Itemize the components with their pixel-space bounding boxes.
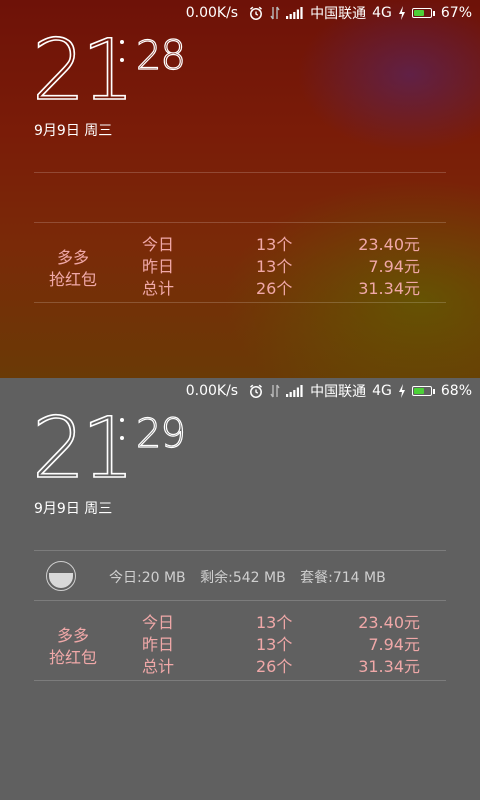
row-label: 总计 xyxy=(142,657,175,676)
clock-hour: 21 xyxy=(31,399,135,497)
clock-minute: 28 xyxy=(135,33,186,79)
data-transfer-icon xyxy=(270,5,280,21)
data-plan: 套餐:714 MB xyxy=(300,570,386,586)
divider xyxy=(34,222,446,223)
row-amount: 23.40元 xyxy=(358,613,420,632)
row-amount: 31.34元 xyxy=(358,657,420,676)
row-label: 今日 xyxy=(142,613,175,632)
data-today: 今日:20 MB xyxy=(109,570,186,586)
lockscreen-clock: 21 28 xyxy=(31,21,186,119)
stats-row-yesterday: 昨日 13个 7.94元 xyxy=(34,631,446,654)
row-amount: 7.94元 xyxy=(368,635,420,654)
date-label: 9月9日 周三 xyxy=(34,501,113,517)
row-amount: 23.40元 xyxy=(358,235,420,254)
divider xyxy=(34,600,446,601)
battery-icon xyxy=(411,386,435,396)
redpacket-widget[interactable]: 多多 抢红包 今日 13个 23.40元 昨日 13个 7.94元 总计 26个… xyxy=(34,607,446,685)
data-transfer-icon xyxy=(270,383,280,399)
net-speed: 0.00K/s xyxy=(185,383,239,399)
row-count: 26个 xyxy=(256,279,293,298)
signal-icon xyxy=(286,384,304,398)
battery-fill xyxy=(413,10,424,16)
signal-icon xyxy=(286,6,304,20)
lockscreen-panel-bottom: 0.00K/s 中国联通 4G 68% 21 29 9月9日 周三 今日:20 … xyxy=(0,378,480,800)
battery-fill xyxy=(413,388,425,394)
row-count: 13个 xyxy=(256,635,293,654)
row-label: 今日 xyxy=(142,235,175,254)
alarm-icon xyxy=(248,5,264,21)
clock-separator xyxy=(120,40,124,76)
network-type: 4G xyxy=(372,5,392,21)
divider xyxy=(34,680,446,681)
carrier-label: 中国联通 xyxy=(310,6,367,22)
stats-row-total: 总计 26个 31.34元 xyxy=(34,653,446,676)
charging-icon xyxy=(398,6,406,20)
row-count: 13个 xyxy=(256,257,293,276)
divider xyxy=(34,172,446,173)
clock-minute: 29 xyxy=(135,411,186,457)
stats-row-yesterday: 昨日 13个 7.94元 xyxy=(34,253,446,276)
row-label: 总计 xyxy=(142,279,175,298)
clock-hour: 21 xyxy=(31,21,135,119)
stats-row-today: 今日 13个 23.40元 xyxy=(34,609,446,632)
data-gauge-icon xyxy=(46,561,76,591)
row-amount: 31.34元 xyxy=(358,279,420,298)
data-usage-widget[interactable]: 今日:20 MB 剩余:542 MB 套餐:714 MB xyxy=(34,550,446,600)
lockscreen-clock: 21 29 xyxy=(31,399,186,497)
data-remaining: 剩余:542 MB xyxy=(200,570,286,586)
divider xyxy=(34,302,446,303)
battery-percent: 67% xyxy=(440,5,472,21)
row-count: 26个 xyxy=(256,657,293,676)
alarm-icon xyxy=(248,383,264,399)
battery-icon xyxy=(411,8,435,18)
charging-icon xyxy=(398,384,406,398)
stats-row-total: 总计 26个 31.34元 xyxy=(34,275,446,298)
row-count: 13个 xyxy=(256,613,293,632)
battery-percent: 68% xyxy=(440,383,472,399)
row-label: 昨日 xyxy=(142,257,175,276)
lockscreen-panel-top: 0.00K/s 中国联通 4G 67% 21 28 9月9日 周三 多多 抢红包 xyxy=(0,0,480,378)
row-count: 13个 xyxy=(256,235,293,254)
date-label: 9月9日 周三 xyxy=(34,123,113,139)
redpacket-widget[interactable]: 多多 抢红包 今日 13个 23.40元 昨日 13个 7.94元 总计 26个… xyxy=(34,229,446,307)
net-speed: 0.00K/s xyxy=(185,5,239,21)
clock-separator xyxy=(120,418,124,454)
stats-row-today: 今日 13个 23.40元 xyxy=(34,231,446,254)
row-amount: 7.94元 xyxy=(368,257,420,276)
carrier-label: 中国联通 xyxy=(310,384,367,400)
row-label: 昨日 xyxy=(142,635,175,654)
data-usage-text: 今日:20 MB 剩余:542 MB 套餐:714 MB xyxy=(109,567,396,587)
gauge-level xyxy=(49,573,73,588)
network-type: 4G xyxy=(372,383,392,399)
